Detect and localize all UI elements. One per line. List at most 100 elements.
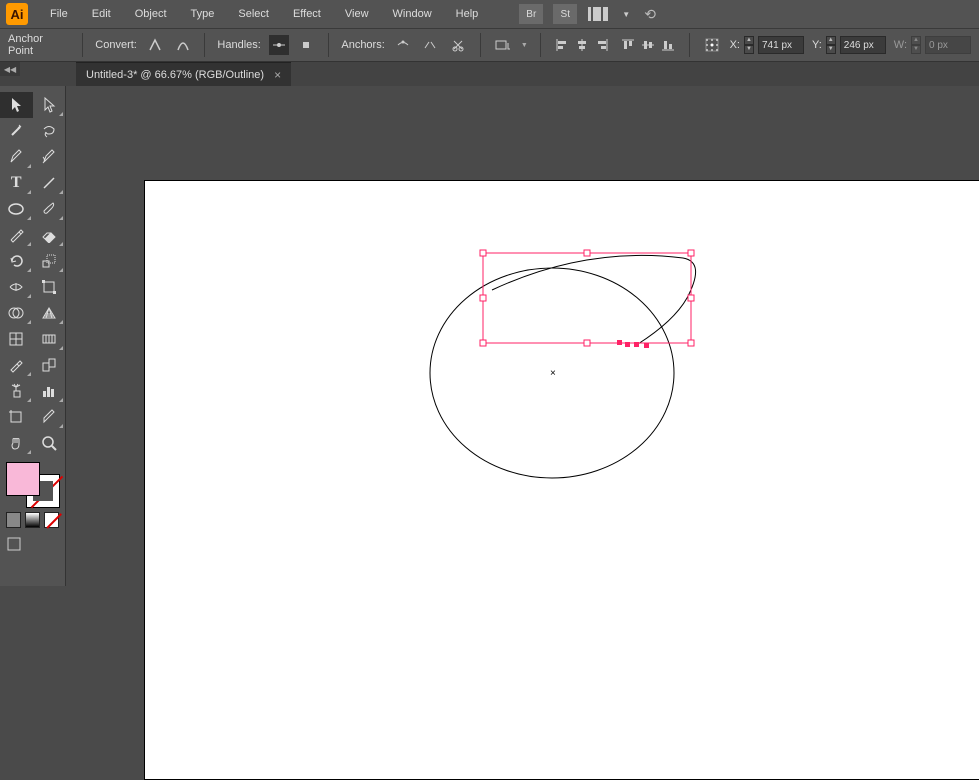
selection-bounds — [480, 250, 694, 348]
document-tab-bar: Untitled-3* @ 66.67% (RGB/Outline) × — [0, 62, 979, 86]
y-spinner[interactable]: ▲▼ — [826, 36, 836, 54]
menu-file[interactable]: File — [40, 4, 78, 24]
convert-corner-icon[interactable] — [145, 35, 165, 55]
artboard-tool[interactable] — [0, 404, 33, 430]
handles-label: Handles: — [217, 39, 260, 51]
convert-label: Convert: — [95, 39, 137, 51]
hand-tool[interactable] — [0, 430, 33, 456]
symbol-sprayer-tool[interactable] — [0, 378, 33, 404]
shape-builder-tool[interactable] — [0, 300, 33, 326]
zoom-tool[interactable] — [33, 430, 66, 456]
document-tab[interactable]: Untitled-3* @ 66.67% (RGB/Outline) × — [76, 62, 291, 86]
slice-tool[interactable] — [33, 404, 66, 430]
canvas-area[interactable]: × — [66, 86, 979, 586]
align-vcenter-icon[interactable] — [639, 36, 657, 54]
align-left-icon[interactable] — [553, 36, 571, 54]
menu-window[interactable]: Window — [383, 4, 442, 24]
ellipse-tool[interactable] — [0, 196, 33, 222]
gradient-mode-icon[interactable] — [25, 512, 40, 528]
align-bottom-icon[interactable] — [659, 36, 677, 54]
y-input[interactable] — [840, 36, 886, 54]
scale-tool[interactable] — [33, 248, 66, 274]
handles-hide-icon[interactable] — [297, 35, 317, 55]
tab-title: Untitled-3* @ 66.67% (RGB/Outline) — [86, 69, 264, 81]
arrange-documents-icon[interactable] — [588, 5, 614, 23]
pencil-tool[interactable] — [0, 222, 33, 248]
menu-edit[interactable]: Edit — [82, 4, 121, 24]
menu-effect[interactable]: Effect — [283, 4, 331, 24]
selection-handle[interactable] — [584, 250, 590, 256]
color-mode-icon[interactable] — [6, 512, 21, 528]
align-right-icon[interactable] — [593, 36, 611, 54]
align-top-icon[interactable] — [619, 36, 637, 54]
column-graph-tool[interactable] — [33, 378, 66, 404]
selection-handle[interactable] — [480, 340, 486, 346]
mesh-tool[interactable] — [0, 326, 33, 352]
blend-tool[interactable] — [33, 352, 66, 378]
x-input[interactable] — [758, 36, 804, 54]
line-tool[interactable] — [33, 170, 66, 196]
center-mark-icon: × — [550, 368, 556, 379]
curve-path[interactable] — [492, 255, 696, 344]
eraser-tool[interactable] — [33, 222, 66, 248]
w-input — [925, 36, 971, 54]
selection-handle[interactable] — [688, 250, 694, 256]
cut-path-icon[interactable] — [448, 35, 468, 55]
fill-swatch[interactable] — [6, 462, 40, 496]
rotate-tool[interactable] — [0, 248, 33, 274]
menu-view[interactable]: View — [335, 4, 379, 24]
free-transform-tool[interactable] — [33, 274, 66, 300]
remove-anchor-icon[interactable] — [393, 35, 413, 55]
selection-handle[interactable] — [688, 295, 694, 301]
toolbox: T — [0, 86, 66, 586]
handles-show-icon[interactable] — [269, 35, 289, 55]
draw-mode-icon[interactable] — [6, 536, 22, 555]
menu-help[interactable]: Help — [446, 4, 489, 24]
align-hcenter-icon[interactable] — [573, 36, 591, 54]
connect-anchor-icon[interactable] — [421, 35, 441, 55]
none-mode-icon[interactable] — [44, 512, 59, 528]
canvas-svg: × — [66, 86, 979, 586]
bridge-button[interactable]: Br — [519, 4, 543, 24]
curvature-tool[interactable] — [33, 144, 66, 170]
direct-selection-tool[interactable] — [33, 92, 66, 118]
gpu-icon[interactable]: ⟲ — [644, 6, 656, 23]
anchor-point-icon[interactable] — [644, 343, 649, 348]
anchor-point-icon[interactable] — [617, 340, 622, 345]
eyedropper-tool[interactable] — [0, 352, 33, 378]
lasso-tool[interactable] — [33, 118, 66, 144]
reference-point-icon[interactable] — [702, 35, 722, 55]
menu-type[interactable]: Type — [181, 4, 225, 24]
align-vertical-group — [619, 36, 677, 54]
magic-wand-tool[interactable] — [0, 118, 33, 144]
type-tool[interactable]: T — [0, 170, 33, 196]
pen-tool[interactable] — [0, 144, 33, 170]
paintbrush-tool[interactable] — [33, 196, 66, 222]
selection-handle[interactable] — [480, 250, 486, 256]
perspective-grid-tool[interactable] — [33, 300, 66, 326]
chevron-down-icon[interactable]: ▼ — [521, 42, 528, 49]
tab-close-icon[interactable]: × — [274, 68, 281, 82]
width-tool[interactable] — [0, 274, 33, 300]
selection-handle[interactable] — [480, 295, 486, 301]
chevron-down-icon[interactable]: ▼ — [622, 10, 630, 19]
selection-handle[interactable] — [584, 340, 590, 346]
control-bar: Anchor Point Convert: Handles: Anchors: … — [0, 28, 979, 62]
gradient-tool[interactable] — [33, 326, 66, 352]
anchor-point-icon[interactable] — [634, 342, 639, 347]
stock-button[interactable]: St — [553, 4, 577, 24]
isolate-icon[interactable] — [493, 35, 513, 55]
menu-select[interactable]: Select — [228, 4, 279, 24]
w-label: W: — [894, 39, 907, 51]
menu-bar: Ai File Edit Object Type Select Effect V… — [0, 0, 979, 28]
panel-collapse-toggle[interactable]: ◀◀ — [0, 62, 20, 76]
x-spinner[interactable]: ▲▼ — [744, 36, 754, 54]
align-horizontal-group — [553, 36, 611, 54]
menu-object[interactable]: Object — [125, 4, 177, 24]
fill-stroke-swatch[interactable] — [6, 462, 60, 508]
anchor-point-icon[interactable] — [625, 342, 630, 347]
anchors-label: Anchors: — [341, 39, 384, 51]
convert-smooth-icon[interactable] — [173, 35, 193, 55]
selection-handle[interactable] — [688, 340, 694, 346]
selection-tool[interactable] — [0, 92, 33, 118]
